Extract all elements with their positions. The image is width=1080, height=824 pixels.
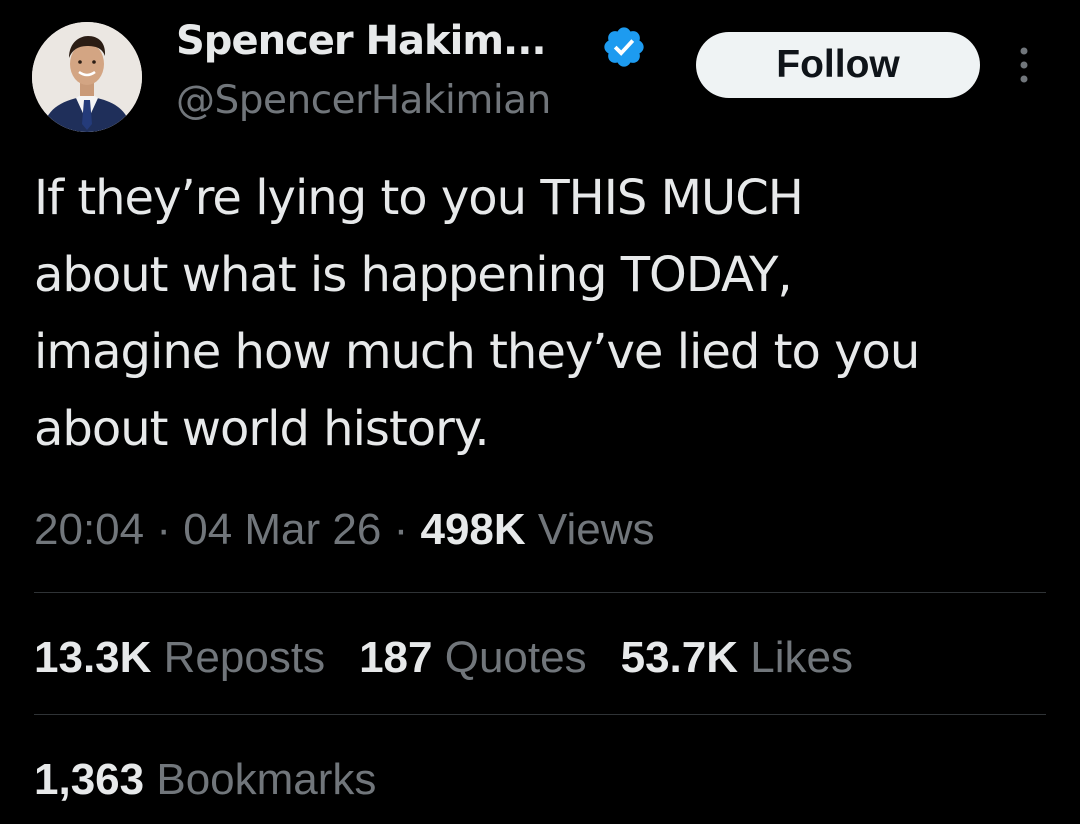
bookmarks-stat[interactable]: 1,363 Bookmarks: [34, 750, 376, 810]
tweet-date[interactable]: 04 Mar 26: [183, 505, 381, 554]
quotes-label: Quotes: [444, 633, 587, 682]
tweet-text: If they’re lying to you THIS MUCH about …: [34, 170, 920, 457]
reposts-count: 13.3K: [34, 633, 152, 682]
views-count: 498K: [420, 505, 526, 554]
meta-separator: ·: [393, 505, 409, 554]
bookmarks-count: 1,363: [34, 755, 145, 804]
avatar[interactable]: [32, 22, 142, 132]
engagement-stats: 13.3K Reposts 187 Quotes 53.7K Likes: [34, 628, 887, 688]
tweet-header: Spencer Hakim... @SpencerHakimian Follow: [0, 0, 1080, 150]
follow-button[interactable]: Follow: [696, 32, 980, 98]
bookmarks-label: Bookmarks: [156, 755, 377, 804]
quotes-count: 187: [359, 633, 433, 682]
verified-badge-icon: [604, 27, 644, 67]
author-handle[interactable]: @SpencerHakimian: [176, 78, 551, 123]
meta-separator: ·: [156, 505, 171, 554]
author-display-name[interactable]: Spencer Hakim...: [176, 18, 547, 64]
likes-count: 53.7K: [620, 633, 739, 682]
avatar-photo: [32, 22, 142, 132]
divider: [34, 714, 1046, 715]
likes-stat[interactable]: 53.7K Likes: [621, 628, 853, 688]
quotes-stat[interactable]: 187 Quotes: [359, 628, 587, 688]
more-vertical-icon[interactable]: [1011, 44, 1037, 86]
tweet-meta: 20:04 · 04 Mar 26 · 498K Views: [34, 500, 654, 560]
reposts-label: Reposts: [163, 633, 326, 682]
reposts-stat[interactable]: 13.3K Reposts: [34, 628, 325, 688]
likes-label: Likes: [750, 633, 853, 682]
tweet-time[interactable]: 20:04: [34, 505, 144, 554]
divider: [34, 592, 1046, 593]
views-label: Views: [537, 505, 655, 554]
